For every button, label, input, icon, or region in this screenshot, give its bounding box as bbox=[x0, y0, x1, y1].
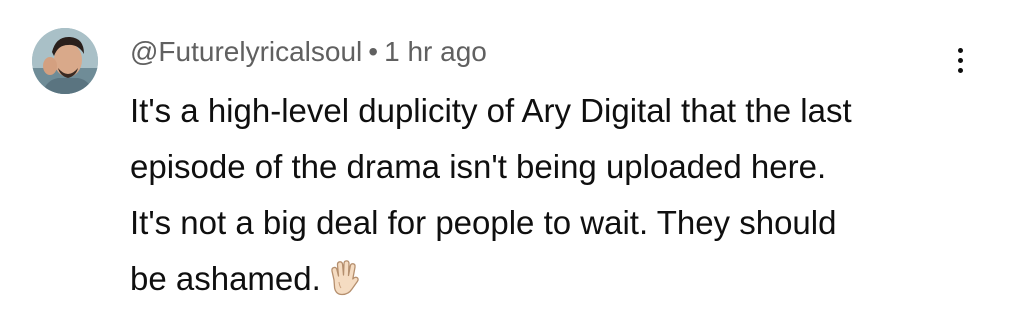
comment-text-line: It's not a big deal for people to wait. … bbox=[130, 204, 837, 241]
more-vertical-icon-dot bbox=[957, 67, 963, 73]
avatar[interactable] bbox=[32, 28, 98, 94]
comment-item: @Futurelyricalsoul • 1 hr ago It's a high-… bbox=[0, 0, 1024, 324]
more-vertical-icon-dot bbox=[957, 57, 963, 63]
comment-text-line-last: be ashamed. bbox=[130, 251, 950, 313]
author-name[interactable]: @Futurelyricalsoul bbox=[130, 36, 362, 67]
raised-hand-icon bbox=[327, 257, 361, 313]
more-vertical-icon bbox=[957, 47, 963, 53]
timestamp[interactable]: 1 hr ago bbox=[384, 36, 487, 67]
more-options-button[interactable] bbox=[940, 40, 980, 80]
comment-header: @Futurelyricalsoul • 1 hr ago bbox=[130, 32, 487, 72]
comment-text-line: episode of the drama isn't being uploade… bbox=[130, 148, 827, 185]
comment-text-line: It's a high-level duplicity of Ary Digit… bbox=[130, 92, 852, 129]
comment-text-line: be ashamed. bbox=[130, 260, 321, 297]
comment-text: It's a high-level duplicity of Ary Digit… bbox=[130, 83, 950, 313]
separator-dot: • bbox=[368, 36, 379, 67]
